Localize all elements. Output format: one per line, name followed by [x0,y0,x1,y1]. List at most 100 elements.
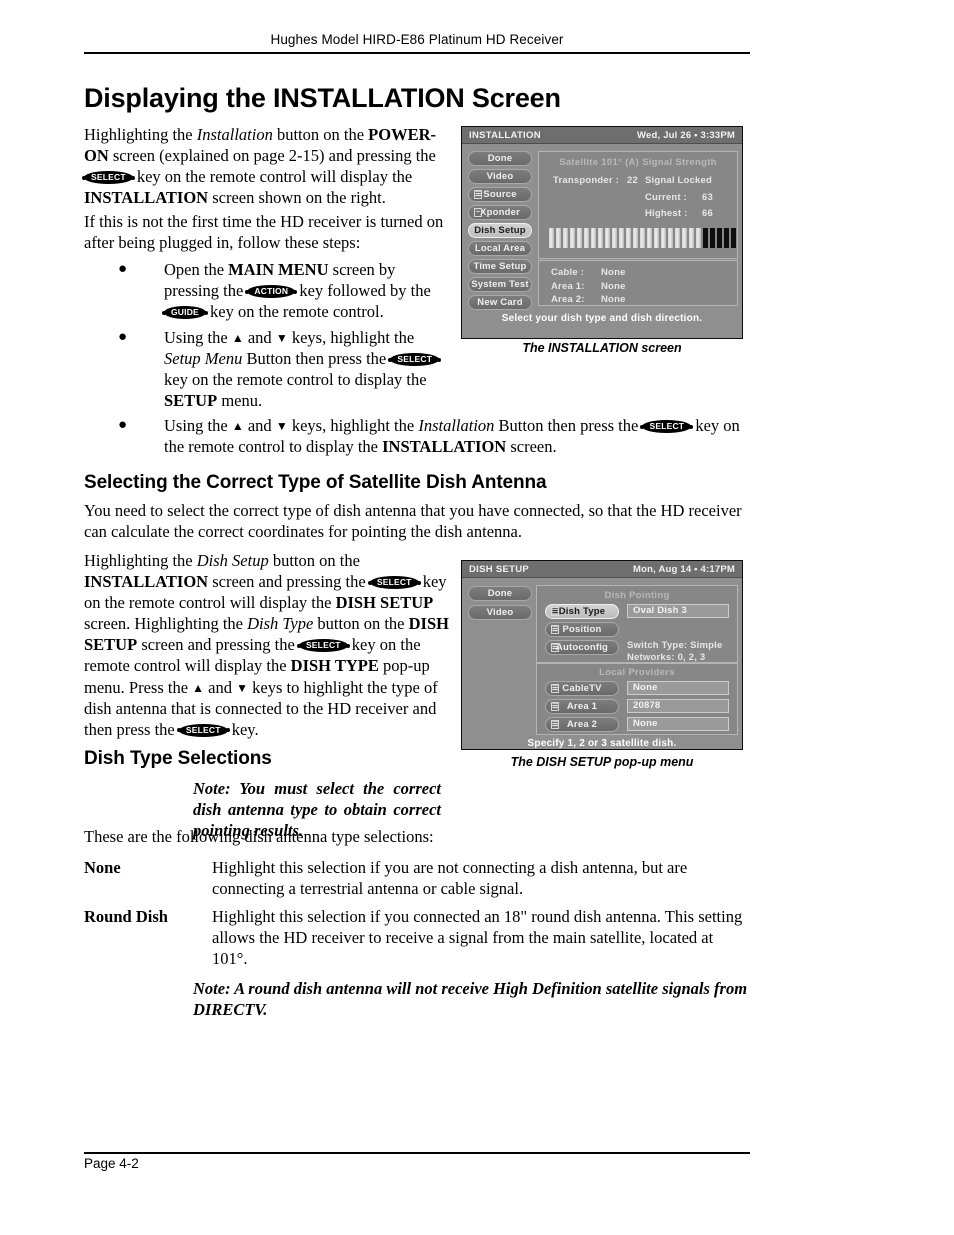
signal-bar [598,228,603,248]
menu-button-done[interactable]: Done [468,151,532,166]
signal-bar [584,228,589,248]
menu-button-done[interactable]: Done [468,586,532,601]
cable-value: None [601,267,626,278]
arrow-up-icon: ▲ [192,680,205,695]
text-frag: keys, highlight the [287,416,419,435]
menu-button-video[interactable]: Video [468,605,532,620]
text-frag: keys, highlight the [287,328,415,347]
current-label: Current : [645,192,687,203]
text-frag: button on the [268,551,360,570]
signal-bar [724,228,729,248]
dish-setup-paragraph: Highlighting the Dish Setup button on th… [84,550,452,740]
dish-setup-italic: Dish Setup [196,551,269,570]
section-heading-dish-type-selections: Dish Type Selections [84,748,272,769]
list-item-text: Using the ▲ and ▼ keys, highlight the In… [164,415,750,457]
text-frag: button on the [272,125,369,144]
highest-label: Highest : [645,208,688,219]
area1-value[interactable]: 20878 [627,699,729,713]
menu-button-xponder[interactable]: ~ Xponder [468,205,532,220]
dish-type-button-label: Dish Type [558,606,606,617]
text-frag: key on the remote control. [205,302,384,322]
arrow-down-icon: ▼ [275,331,288,345]
select-key-pill: SELECT [176,723,230,737]
signal-bar [556,228,561,248]
select-key-pill: SELECT [82,171,135,185]
list-icon: ☰ [551,625,559,634]
installation-title-bar: INSTALLATION Wed, Jul 26 • 3:33PM [462,127,742,144]
selecting-paragraph: You need to select the correct type of d… [84,501,742,542]
transponder-label: Transponder : [553,175,619,186]
position-button[interactable]: ☰ Position [545,622,619,637]
menu-button-source[interactable]: ☰ Source [468,187,532,202]
dish-pointing-title: Dish Pointing [604,590,670,601]
definition-none: Highlight this selection if you are not … [212,858,688,899]
signal-lock-status: Signal Locked [645,175,713,186]
dish-type-italic: Dish Type [247,614,314,634]
area1-button[interactable]: ☰ Area 1 [545,699,619,714]
signal-bar [570,228,575,248]
text-frag: Using the [164,328,232,347]
autoconfig-button[interactable]: ☰ Autoconfig [545,640,619,655]
menu-button-video[interactable]: Video [468,169,532,184]
signal-bar [661,228,666,248]
installation-bold: INSTALLATION [382,437,507,457]
signal-bar [675,228,680,248]
local-providers-panel: Local Providers ☰ CableTV None ☰ Area 1 … [536,663,738,735]
menu-button-system-test[interactable]: System Test [468,277,532,292]
list-item-text: Using the ▲ and ▼ keys, highlight the Se… [164,327,448,411]
dish-setup-title-bar: DISH SETUP Mon, Aug 14 • 4:17PM [462,561,742,578]
signal-bar [689,228,694,248]
intro-paragraph-2: If this is not the first time the HD rec… [84,212,444,253]
term-none: None [84,858,121,877]
term-round-dish: Round Dish [84,907,168,926]
menu-button-dish-setup[interactable]: Dish Setup [468,223,532,238]
installation-screen-title: INSTALLATION [469,130,541,141]
list-icon: ☰ [474,190,482,199]
menu-button-local-area[interactable]: Local Area [468,241,532,256]
text-frag: screen and pressing the [137,635,299,655]
caption-dish-setup: The DISH SETUP pop-up menu [510,755,694,769]
list-item-text: Open the MAIN MENU screen by pressing th… [162,259,448,322]
text-frag: and [204,677,237,697]
menu-button-new-card[interactable]: New Card [468,295,532,310]
dish-type-bold: DISH TYPE [290,656,379,676]
these-are-paragraph: These are the following dish antenna typ… [84,827,434,846]
text-frag: screen (explained on page 2-15) and pres… [108,146,436,166]
text-frag: screen and pressing the [208,572,370,592]
area2-button[interactable]: ☰ Area 2 [545,717,619,732]
highest-value: 66 [702,208,713,219]
section-heading-selecting: Selecting the Correct Type of Satellite … [84,472,547,493]
dish-type-button[interactable]: ☰ Dish Type [545,604,619,619]
area2-button-label: Area 2 [566,719,598,730]
text-frag: and [243,416,276,435]
list-item: ● Open the MAIN MENU screen by pressing … [118,259,448,322]
action-key-pill: ACTION [245,285,297,299]
dish-type-value[interactable]: Oval Dish 3 [627,604,729,618]
dish-setup-screen-title: DISH SETUP [469,564,530,575]
text-frag: key followed by the [295,281,431,301]
cabletv-value[interactable]: None [627,681,729,695]
signal-strength-bargraph [549,228,736,248]
dish-setup-screen-figure: DISH SETUP Mon, Aug 14 • 4:17PM Done Vid… [461,560,743,750]
header-rule [84,52,750,54]
signal-bar [703,228,708,248]
text-frag: Button then press the [494,416,643,435]
signal-bar [647,228,652,248]
list-item: ● Using the ▲ and ▼ keys, highlight the … [118,327,448,411]
current-value: 63 [702,192,713,203]
menu-button-time-setup[interactable]: Time Setup [468,259,532,274]
area2-value[interactable]: None [627,717,729,731]
setup-menu-italic: Setup Menu [164,349,243,369]
tilde-icon: ~ [474,208,482,217]
signal-bar [549,228,554,248]
main-menu-bold: MAIN MENU [228,260,329,279]
text-frag: key on the remote control to display the [164,370,427,390]
cabletv-button[interactable]: ☰ CableTV [545,681,619,696]
page-title: Displaying the INSTALLATION Screen [84,83,561,113]
signal-bar [731,228,736,248]
signal-bar [577,228,582,248]
page-number: Page 4-2 [84,1156,139,1171]
list-icon: ☰ [551,607,559,616]
text-frag: screen. [506,437,557,457]
arrow-down-icon: ▼ [236,680,249,695]
